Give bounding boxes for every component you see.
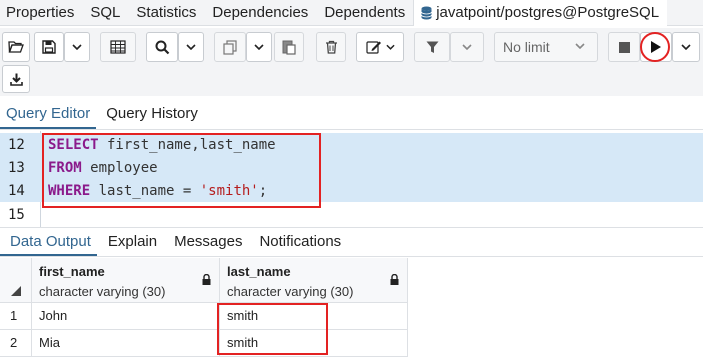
column-type: character varying (30) xyxy=(227,284,354,299)
stop-icon xyxy=(618,41,630,53)
tab-query-history[interactable]: Query History xyxy=(100,105,204,129)
open-file-button[interactable] xyxy=(2,32,30,62)
sql-keyword: FROM xyxy=(48,159,82,176)
chevron-down-icon xyxy=(681,44,691,50)
grid-icon xyxy=(110,40,126,54)
search-icon xyxy=(155,40,169,54)
trash-icon xyxy=(325,40,337,54)
line-number: 13 xyxy=(8,159,25,176)
execute-button[interactable] xyxy=(640,32,672,62)
save-icon xyxy=(42,40,56,54)
row-limit-select[interactable]: No limit xyxy=(494,32,598,62)
download-button[interactable] xyxy=(2,65,30,93)
copy-button[interactable] xyxy=(214,32,246,62)
output-tab-bar: Data Output Explain Messages Notificatio… xyxy=(0,227,703,257)
find-options-dropdown[interactable] xyxy=(178,32,204,62)
chevron-down-icon xyxy=(254,44,264,50)
filter-icon xyxy=(426,41,438,53)
line-number: 14 xyxy=(8,182,25,199)
play-icon xyxy=(651,41,661,53)
code-line: 15 xyxy=(0,203,703,226)
lock-icon xyxy=(390,274,399,285)
sql-keyword: WHERE xyxy=(48,182,91,199)
code-line: 13 FROM employee xyxy=(0,156,703,179)
sql-text: employee xyxy=(81,159,158,176)
sql-editor[interactable]: 12 SELECT first_name,last_name 13 FROM e… xyxy=(0,131,703,227)
chevron-down-icon xyxy=(462,44,472,50)
edit-icon xyxy=(365,41,381,54)
code-line: 14 WHERE last_name = 'smith'; xyxy=(0,179,703,202)
database-icon xyxy=(421,6,433,19)
table-cell-last-name[interactable]: smith xyxy=(220,303,408,330)
save-options-dropdown[interactable] xyxy=(64,32,90,62)
column-type: character varying (30) xyxy=(39,284,166,299)
column-header-first-name[interactable]: first_name character varying (30) xyxy=(32,258,220,303)
tab-dependencies[interactable]: Dependencies xyxy=(204,0,316,26)
cancel-query-button[interactable] xyxy=(608,32,640,62)
grid-corner[interactable] xyxy=(0,258,32,303)
tab-explain[interactable]: Explain xyxy=(102,233,163,256)
find-button[interactable] xyxy=(146,32,178,62)
chevron-down-icon xyxy=(575,43,585,49)
sql-string: 'smith' xyxy=(199,182,259,199)
column-header-last-name[interactable]: last_name character varying (30) xyxy=(220,258,408,303)
tab-query-connection[interactable]: javatpoint/postgres@PostgreSQL xyxy=(413,0,668,26)
results-grid[interactable]: first_name character varying (30) last_n… xyxy=(0,258,703,358)
chevron-down-icon xyxy=(385,44,395,50)
execute-options-dropdown[interactable] xyxy=(672,32,700,62)
code-line: 12 SELECT first_name,last_name xyxy=(0,133,703,156)
tab-data-output[interactable]: Data Output xyxy=(0,233,97,256)
panel-tab-strip: Properties SQL Statistics Dependencies D… xyxy=(0,0,703,26)
column-name: last_name xyxy=(227,264,291,279)
line-number: 15 xyxy=(8,206,25,223)
download-icon xyxy=(9,73,23,86)
column-name: first_name xyxy=(39,264,105,279)
sql-keyword: SELECT xyxy=(48,136,99,153)
save-button[interactable] xyxy=(34,32,64,62)
tab-notifications[interactable]: Notifications xyxy=(253,233,347,256)
connection-label: javatpoint/postgres@PostgreSQL xyxy=(436,3,660,21)
edit-grid-button[interactable] xyxy=(100,32,136,62)
sql-text: first_name,last_name xyxy=(98,136,276,153)
tab-properties[interactable]: Properties xyxy=(0,0,82,26)
lock-icon xyxy=(202,274,211,285)
tab-dependents[interactable]: Dependents xyxy=(316,0,413,26)
line-number: 12 xyxy=(8,136,25,153)
sql-text: last_name = xyxy=(90,182,200,199)
paste-button[interactable] xyxy=(274,32,304,62)
tab-statistics[interactable]: Statistics xyxy=(128,0,204,26)
tab-query-editor[interactable]: Query Editor xyxy=(0,105,97,129)
copy-icon xyxy=(223,39,237,55)
copy-options-dropdown[interactable] xyxy=(246,32,272,62)
table-cell-last-name[interactable]: smith xyxy=(220,330,408,357)
filter-button[interactable] xyxy=(414,32,450,62)
chevron-down-icon xyxy=(186,44,196,50)
tab-messages[interactable]: Messages xyxy=(168,233,248,256)
row-limit-value: No limit xyxy=(503,39,550,55)
paste-icon xyxy=(282,40,296,55)
chevron-down-icon xyxy=(72,44,82,50)
row-number[interactable]: 2 xyxy=(0,330,32,357)
query-toolbar: No limit xyxy=(0,28,703,96)
delete-button[interactable] xyxy=(316,32,346,62)
editor-tab-bar: Query Editor Query History xyxy=(0,98,703,130)
edit-options-button[interactable] xyxy=(356,32,404,62)
table-cell-first-name[interactable]: John xyxy=(32,303,220,330)
open-folder-icon xyxy=(8,41,24,53)
row-number[interactable]: 1 xyxy=(0,303,32,330)
select-all-icon xyxy=(11,286,21,296)
sql-text: ; xyxy=(258,182,268,199)
tab-sql[interactable]: SQL xyxy=(82,0,128,26)
filter-options-dropdown[interactable] xyxy=(450,32,484,62)
table-cell-first-name[interactable]: Mia xyxy=(32,330,220,357)
